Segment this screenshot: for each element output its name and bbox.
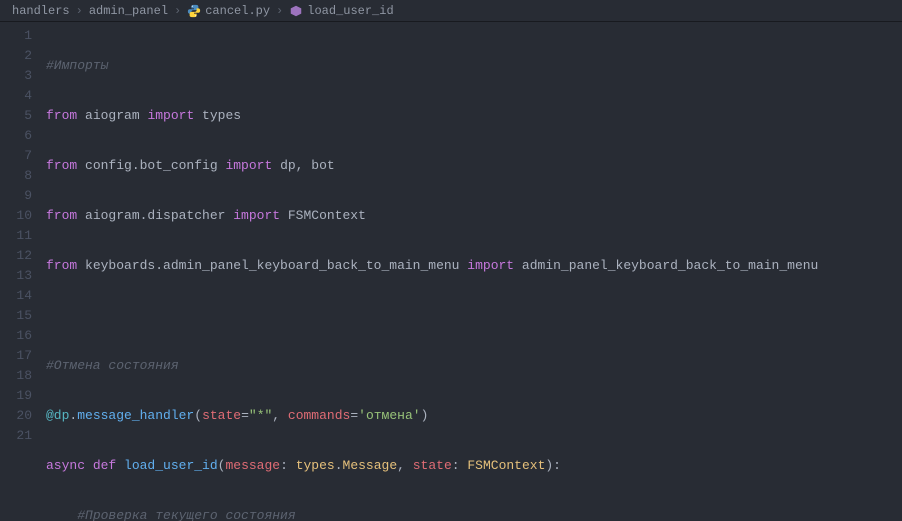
- code-line: async def load_user_id(message: types.Me…: [46, 456, 902, 476]
- breadcrumb-label: handlers: [12, 4, 70, 18]
- line-number: 14: [0, 286, 46, 306]
- breadcrumb-folder-admin-panel[interactable]: admin_panel: [89, 4, 168, 18]
- line-number: 17: [0, 346, 46, 366]
- line-number: 4: [0, 86, 46, 106]
- code-line: from keyboards.admin_panel_keyboard_back…: [46, 256, 902, 276]
- line-number: 13: [0, 266, 46, 286]
- code-line: from aiogram import types: [46, 106, 902, 126]
- breadcrumb-label: admin_panel: [89, 4, 168, 18]
- line-number: 5: [0, 106, 46, 126]
- line-number: 2: [0, 46, 46, 66]
- line-number: 16: [0, 326, 46, 346]
- code-line: from config.bot_config import dp, bot: [46, 156, 902, 176]
- breadcrumb-label: cancel.py: [205, 4, 270, 18]
- line-number: 15: [0, 306, 46, 326]
- breadcrumb-label: load_user_id: [307, 4, 393, 18]
- code-line: from aiogram.dispatcher import FSMContex…: [46, 206, 902, 226]
- line-number: 9: [0, 186, 46, 206]
- chevron-right-icon: ›: [276, 4, 283, 18]
- line-number: 20: [0, 406, 46, 426]
- line-number: 7: [0, 146, 46, 166]
- line-number: 12: [0, 246, 46, 266]
- code-line: #Отмена состояния: [46, 356, 902, 376]
- python-file-icon: [187, 4, 201, 18]
- line-number-gutter: 1 2 3 4 5 6 7 8 9 10 11 12 13 14 15 16 1…: [0, 22, 46, 521]
- line-number: 6: [0, 126, 46, 146]
- code-line: @dp.message_handler(state="*", commands=…: [46, 406, 902, 426]
- code-line: #Импорты: [46, 56, 902, 76]
- code-area[interactable]: #Импорты from aiogram import types from …: [46, 22, 902, 521]
- function-icon: [289, 4, 303, 18]
- line-number: 8: [0, 166, 46, 186]
- line-number: 11: [0, 226, 46, 246]
- line-number: 21: [0, 426, 46, 446]
- chevron-right-icon: ›: [174, 4, 181, 18]
- breadcrumb-file-cancel[interactable]: cancel.py: [187, 4, 270, 18]
- chevron-right-icon: ›: [76, 4, 83, 18]
- code-line: [46, 306, 902, 326]
- breadcrumb: handlers › admin_panel › cancel.py › loa…: [0, 0, 902, 22]
- breadcrumb-folder-handlers[interactable]: handlers: [12, 4, 70, 18]
- code-editor[interactable]: 1 2 3 4 5 6 7 8 9 10 11 12 13 14 15 16 1…: [0, 22, 902, 521]
- line-number: 1: [0, 26, 46, 46]
- breadcrumb-symbol-load-user-id[interactable]: load_user_id: [289, 4, 393, 18]
- code-line: #Проверка текущего состояния: [46, 506, 902, 521]
- line-number: 10: [0, 206, 46, 226]
- line-number: 18: [0, 366, 46, 386]
- line-number: 19: [0, 386, 46, 406]
- line-number: 3: [0, 66, 46, 86]
